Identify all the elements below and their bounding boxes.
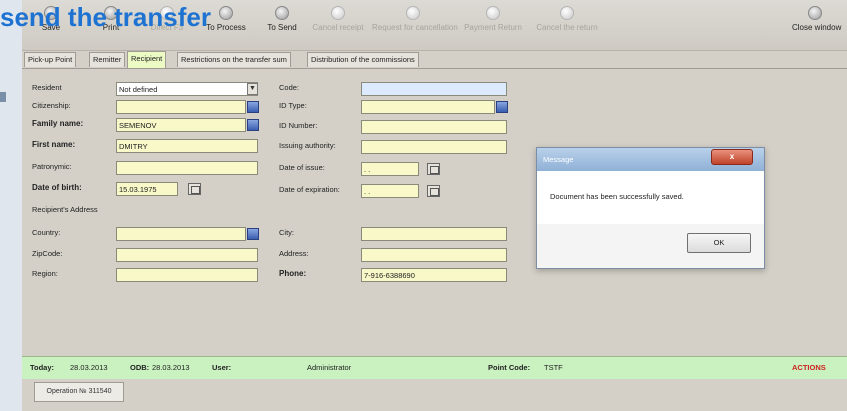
ok-button[interactable]: OK — [687, 233, 751, 253]
point-code-label: Point Code: — [488, 363, 531, 372]
tab-restrictions[interactable]: Restrictions on the transfer sum — [177, 52, 291, 67]
city-field[interactable] — [361, 227, 507, 241]
transfer-window: Save Print Direct F3 To Process To Send … — [22, 0, 847, 411]
family-name-label: Family name: — [32, 119, 84, 128]
family-name-field[interactable]: SEMENOV — [116, 118, 246, 132]
dialog-titlebar: Message x — [537, 148, 764, 171]
citizenship-field[interactable] — [116, 100, 246, 114]
point-code-value: TSTF — [544, 363, 563, 372]
close-window-icon — [808, 6, 822, 20]
zipcode-field[interactable] — [116, 248, 258, 262]
tab-commissions[interactable]: Distribution of the commissions — [307, 52, 419, 67]
process-icon — [219, 6, 233, 20]
id-type-field[interactable] — [361, 100, 495, 114]
recipient-address-label: Recipient's Address — [32, 205, 98, 214]
page-title: send the transfer — [0, 2, 211, 32]
date-of-issue-field[interactable]: . . — [361, 162, 419, 176]
tab-pickup-point[interactable]: Pick-up Point — [24, 52, 77, 67]
cancel-return-icon — [560, 6, 574, 20]
issuing-authority-field[interactable] — [361, 140, 507, 154]
citizenship-label: Citizenship: — [32, 101, 71, 110]
family-name-lookup-icon[interactable] — [247, 119, 259, 131]
address-field[interactable] — [361, 248, 507, 262]
id-number-label: ID Number: — [279, 121, 318, 130]
tab-recipient[interactable]: Recipient — [127, 51, 167, 68]
date-of-issue-label: Date of issue: — [279, 163, 325, 172]
today-label: Today: — [30, 363, 55, 372]
phone-field[interactable]: 7-916-6388690 — [361, 268, 507, 282]
chevron-down-icon[interactable]: ▼ — [247, 83, 258, 95]
payment-return-icon — [486, 6, 500, 20]
cancel-receipt-icon — [331, 6, 345, 20]
region-label: Region: — [32, 269, 58, 278]
close-window-button[interactable]: Close window — [792, 0, 841, 50]
date-of-expiration-label: Date of expiration: — [279, 185, 340, 194]
screenshot-frame: Save Print Direct F3 To Process To Send … — [0, 0, 847, 411]
code-field[interactable] — [361, 82, 507, 96]
user-value: Administrator — [307, 363, 352, 372]
id-type-label: ID Type: — [279, 101, 307, 110]
send-icon — [275, 6, 289, 20]
resident-label: Resident — [32, 83, 62, 92]
dialog-title: Message — [543, 155, 574, 164]
patronymic-field[interactable] — [116, 161, 258, 175]
first-name-field[interactable]: DMITRY — [116, 139, 258, 153]
citizenship-lookup-icon[interactable] — [247, 101, 259, 113]
address-label: Address: — [279, 249, 309, 258]
dob-label: Date of birth: — [32, 183, 82, 192]
issuing-authority-label: Issuing authority: — [279, 141, 336, 150]
phone-label: Phone: — [279, 269, 307, 278]
request-cancellation-button[interactable]: Request for cancellation — [372, 0, 458, 50]
status-bar: Today: 28.03.2013 ODB: 28.03.2013 User: … — [22, 356, 847, 380]
dialog-message: Document has been successfully saved. — [550, 192, 684, 201]
region-field[interactable] — [116, 268, 258, 282]
tab-strip: Pick-up Point Remitter Recipient Restric… — [22, 51, 847, 68]
date-of-expiration-field[interactable]: . . — [361, 184, 419, 198]
message-dialog: Message x Document has been successfully… — [536, 147, 765, 269]
country-field[interactable] — [116, 227, 246, 241]
zipcode-label: ZipCode: — [32, 249, 63, 258]
payment-return-button[interactable]: Payment Return — [462, 0, 524, 50]
code-label: Code: — [279, 83, 300, 92]
patronymic-label: Patronymic: — [32, 162, 72, 171]
cancel-return-button[interactable]: Cancel the return — [532, 0, 602, 50]
resident-select[interactable]: Not defined — [116, 82, 258, 96]
odb-value: 28.03.2013 — [152, 363, 190, 372]
tab-remitter[interactable]: Remitter — [89, 52, 126, 67]
dialog-body: Document has been successfully saved. — [537, 171, 764, 224]
cancel-receipt-button[interactable]: Cancel receipt — [310, 0, 366, 50]
issue-calendar-icon[interactable] — [427, 163, 440, 175]
dob-field[interactable]: 15.03.1975 — [116, 182, 178, 196]
request-cancel-icon — [406, 6, 420, 20]
expiration-calendar-icon[interactable] — [427, 185, 440, 197]
user-label: User: — [212, 363, 232, 372]
left-side-strip — [0, 0, 22, 411]
odb-label: ODB: — [130, 363, 150, 372]
to-send-button[interactable]: To Send — [260, 0, 304, 50]
id-number-field[interactable] — [361, 120, 507, 134]
country-lookup-icon[interactable] — [247, 228, 259, 240]
id-type-lookup-icon[interactable] — [496, 101, 508, 113]
first-name-label: First name: — [32, 140, 76, 149]
bottom-area: Operation № 311540 — [22, 379, 847, 411]
today-value: 28.03.2013 — [70, 363, 108, 372]
city-label: City: — [279, 228, 294, 237]
operation-tab[interactable]: Operation № 311540 — [34, 382, 124, 402]
dialog-close-button[interactable]: x — [711, 149, 753, 165]
country-label: Country: — [32, 228, 61, 237]
actions-link[interactable]: ACTIONS — [792, 363, 826, 372]
side-marker — [0, 92, 6, 102]
calendar-icon[interactable] — [188, 183, 201, 195]
